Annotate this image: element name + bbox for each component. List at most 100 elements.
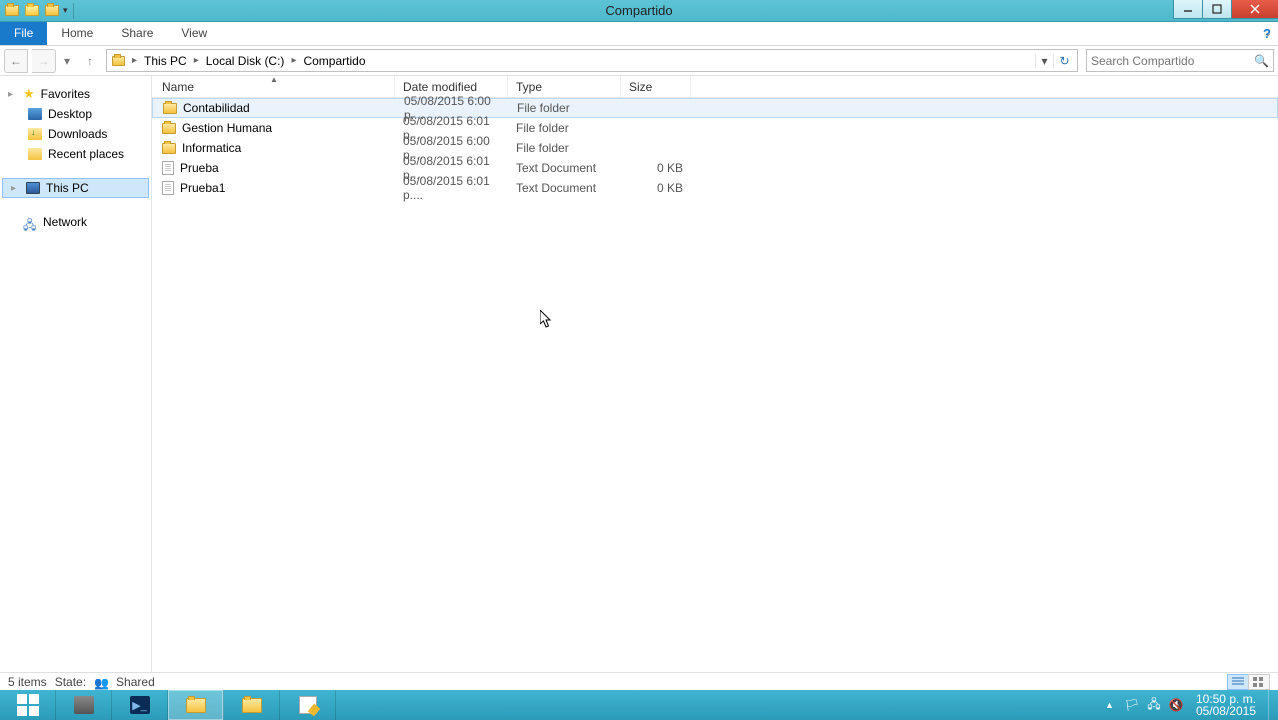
column-name[interactable]: Name ▲ [152,76,395,97]
nav-item-label: Network [43,215,87,229]
status-state-label: State: [55,675,86,689]
text-file-icon [162,161,174,175]
windows-icon [17,694,39,716]
nav-item-label: This PC [46,181,89,195]
close-button[interactable] [1231,0,1278,19]
favorites-label: Favorites [41,87,90,101]
help-icon[interactable]: ? [1258,24,1276,42]
show-desktop-button[interactable] [1268,690,1276,720]
tray-clock[interactable]: 10:50 p. m. 05/08/2015 [1190,693,1262,717]
title-bar: ▾ Compartido [0,0,1278,22]
taskbar: ▶_ ▲ 🏳 🖧 🔇 10:50 p. m. 05/08/2015 [0,690,1278,720]
refresh-icon[interactable]: ↻ [1053,54,1075,68]
recent-locations-icon[interactable]: ▾ [60,54,74,68]
search-input[interactable] [1091,54,1269,68]
file-name: Prueba1 [180,181,225,195]
collapse-icon[interactable]: ▸ [8,89,17,100]
column-date[interactable]: Date modified [395,76,508,97]
star-icon: ★ [23,86,35,102]
address-dropdown-icon[interactable]: ▾ [1035,54,1053,68]
file-row[interactable]: Contabilidad 05/08/2015 6:00 p.... File … [152,98,1278,118]
file-size: 0 KB [621,181,691,195]
system-tray: ▲ 🏳 🖧 🔇 10:50 p. m. 05/08/2015 [1101,690,1278,720]
new-folder-icon[interactable] [43,2,61,20]
status-bar: 5 items State: 👥 Shared [0,672,1278,690]
network-icon: 🖧 [23,216,37,228]
chevron-right-icon[interactable]: ▸ [190,55,203,66]
breadcrumb-current[interactable]: Compartido [300,50,368,71]
sound-icon[interactable]: 🔇 [1168,697,1184,713]
desktop-icon [28,108,42,120]
details-view-button[interactable] [1227,674,1249,690]
cursor-icon [540,310,554,333]
window-controls [1173,0,1278,21]
back-button[interactable]: ← [4,49,28,73]
column-type[interactable]: Type [508,76,621,97]
nav-this-pc[interactable]: ▸ This PC [2,178,149,198]
column-size[interactable]: Size [621,76,691,97]
icons-view-button[interactable] [1248,674,1270,690]
flag-icon[interactable]: 🏳 [1124,697,1140,713]
file-name: Prueba [180,161,219,175]
file-tab[interactable]: File [0,22,47,45]
file-type: Text Document [508,181,621,195]
network-tray-icon[interactable]: 🖧 [1146,697,1162,713]
breadcrumb-this-pc[interactable]: This PC [141,50,190,71]
breadcrumb-local-disk[interactable]: Local Disk (C:) [203,50,288,71]
up-button[interactable]: ↑ [78,49,102,73]
file-size: 0 KB [621,161,691,175]
file-row[interactable]: Prueba 05/08/2015 6:01 p.... Text Docume… [152,158,1278,178]
tab-home[interactable]: Home [47,22,107,45]
file-row[interactable]: Gestion Humana 05/08/2015 6:01 p.... Fil… [152,118,1278,138]
forward-button[interactable]: → [32,49,56,73]
tab-view[interactable]: View [167,22,221,45]
file-type: File folder [508,141,621,155]
start-button[interactable] [0,690,56,720]
folder-icon [162,143,176,154]
file-row[interactable]: Prueba1 05/08/2015 6:01 p.... Text Docum… [152,178,1278,198]
search-icon[interactable]: 🔍 [1254,54,1269,68]
powershell-icon: ▶_ [130,696,150,714]
notepad-icon [299,696,317,714]
tab-share[interactable]: Share [107,22,167,45]
minimize-button[interactable] [1173,0,1203,19]
taskbar-explorer[interactable] [168,690,224,720]
window-title: Compartido [605,3,672,18]
file-type: File folder [509,101,622,115]
taskbar-powershell[interactable]: ▶_ [112,690,168,720]
file-list[interactable]: Name ▲ Date modified Type Size Contabili… [152,76,1278,672]
tray-overflow-icon[interactable]: ▲ [1101,700,1118,710]
recent-icon [28,148,42,160]
search-box[interactable]: 🔍 [1086,49,1274,72]
file-type: File folder [508,121,621,135]
qat-dropdown-icon[interactable]: ▾ [63,5,68,16]
nav-downloads[interactable]: Downloads [0,124,151,144]
sort-asc-icon: ▲ [270,75,278,84]
taskbar-explorer-2[interactable] [224,690,280,720]
status-state-value: Shared [116,675,155,689]
nav-recent-places[interactable]: Recent places [0,144,151,164]
shared-icon: 👥 [94,676,108,688]
chevron-right-icon[interactable]: ▸ [128,55,141,66]
navigation-bar: ← → ▾ ↑ ▸ This PC ▸ Local Disk (C:) ▸ Co… [0,46,1278,76]
navigation-pane: ▸ ★ Favorites Desktop Downloads Recent p… [0,76,152,672]
nav-desktop[interactable]: Desktop [0,104,151,124]
server-icon [74,696,94,714]
taskbar-notepad[interactable] [280,690,336,720]
nav-network[interactable]: ▸ 🖧 Network [0,212,151,232]
chevron-right-icon[interactable]: ▸ [287,55,300,66]
taskbar-server-manager[interactable] [56,690,112,720]
file-row[interactable]: Informatica 05/08/2015 6:00 p.... File f… [152,138,1278,158]
favorites-node[interactable]: ▸ ★ Favorites [0,84,151,104]
folder-icon [242,698,262,713]
column-label: Type [516,80,542,94]
view-toggle [1228,674,1270,690]
folder-icon [162,123,176,134]
folder-icon [109,50,128,71]
nav-item-label: Downloads [48,127,107,141]
address-bar[interactable]: ▸ This PC ▸ Local Disk (C:) ▸ Compartido… [106,49,1078,72]
properties-icon[interactable] [23,2,41,20]
folder-icon [3,2,21,20]
maximize-button[interactable] [1202,0,1232,19]
expand-icon[interactable]: ▸ [11,183,20,194]
